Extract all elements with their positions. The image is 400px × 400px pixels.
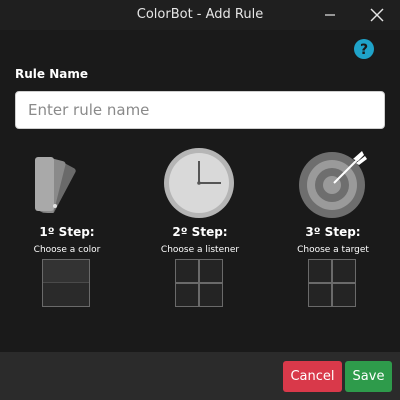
minimize-icon bbox=[325, 14, 335, 16]
color-preview-bottom bbox=[43, 283, 89, 306]
target-cell[interactable] bbox=[308, 283, 332, 307]
svg-text:?: ? bbox=[360, 42, 368, 58]
step-2-title: 2º Step: bbox=[172, 225, 228, 239]
cancel-button[interactable]: Cancel bbox=[283, 361, 342, 392]
target-icon[interactable] bbox=[298, 147, 370, 219]
step-2-subtitle: Choose a listener bbox=[160, 245, 240, 255]
minimize-button[interactable] bbox=[315, 0, 345, 30]
target-cell[interactable] bbox=[308, 259, 332, 283]
step-3-subtitle: Choose a target bbox=[297, 245, 369, 255]
target-cell[interactable] bbox=[332, 283, 356, 307]
help-circle-icon[interactable]: ? bbox=[353, 38, 375, 60]
close-icon bbox=[370, 8, 384, 22]
step-1-title: 1º Step: bbox=[39, 225, 95, 239]
color-preview-top bbox=[43, 260, 89, 283]
clock-icon[interactable] bbox=[163, 147, 235, 219]
color-swatch-icon[interactable] bbox=[30, 153, 102, 213]
step-3-title: 3º Step: bbox=[305, 225, 361, 239]
listener-cell[interactable] bbox=[175, 259, 199, 283]
listener-cell[interactable] bbox=[199, 259, 223, 283]
step-3-target-grid[interactable] bbox=[308, 259, 356, 307]
listener-cell[interactable] bbox=[199, 283, 223, 307]
close-button[interactable] bbox=[362, 0, 392, 30]
rule-name-label: Rule Name bbox=[15, 67, 88, 81]
save-button[interactable]: Save bbox=[345, 361, 392, 392]
listener-cell[interactable] bbox=[175, 283, 199, 307]
step-1-color-preview[interactable] bbox=[42, 259, 90, 307]
step-1-subtitle: Choose a color bbox=[33, 245, 101, 255]
target-cell[interactable] bbox=[332, 259, 356, 283]
rule-name-input[interactable] bbox=[15, 91, 385, 129]
step-2-listener-grid[interactable] bbox=[175, 259, 223, 307]
